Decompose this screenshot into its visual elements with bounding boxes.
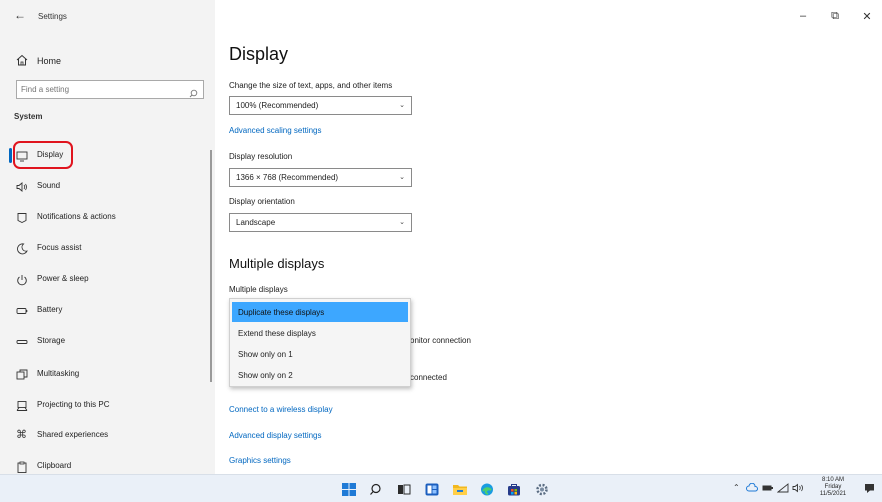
storage-icon — [16, 335, 28, 347]
notification-center-icon[interactable] — [864, 483, 875, 496]
restore-button[interactable]: ⧉ — [828, 10, 842, 23]
sidebar-item-label: Projecting to this PC — [37, 400, 110, 409]
clock-day: Friday — [824, 484, 842, 490]
sidebar-section-system: System — [14, 112, 43, 121]
menu-option-label: Duplicate these displays — [238, 308, 325, 317]
sidebar-item-label: Focus assist — [37, 243, 82, 252]
obscured-text: onitor connection — [410, 336, 471, 345]
chevron-down-icon: ⌄ — [399, 174, 405, 181]
menu-option-label: Extend these displays — [238, 329, 316, 338]
windows-start-icon[interactable] — [342, 483, 356, 496]
resolution-dropdown[interactable]: 1366 × 768 (Recommended) ⌄ — [229, 168, 412, 187]
page-title: Display — [229, 44, 289, 64]
home-icon — [16, 53, 28, 71]
shared-icon: ⌘ — [16, 429, 27, 441]
volume-icon[interactable] — [792, 483, 806, 495]
resolution-value: 1366 × 768 (Recommended) — [236, 173, 339, 182]
chevron-down-icon: ⌄ — [399, 219, 405, 226]
system-clock[interactable]: 8:10 AM Friday 11/5/2021 — [817, 477, 849, 498]
sidebar-item-label: Storage — [37, 336, 66, 345]
search-icon[interactable] — [189, 85, 198, 103]
sidebar-item-label: Shared experiences — [37, 430, 109, 439]
sidebar-item-sound[interactable]: Sound — [0, 173, 215, 199]
power-icon — [16, 273, 28, 286]
minimize-button[interactable]: – — [796, 10, 810, 23]
widgets-icon[interactable] — [425, 483, 439, 496]
clock-date: 11/5/2021 — [819, 491, 847, 497]
wifi-icon[interactable] — [776, 483, 789, 495]
search-icon[interactable] — [369, 483, 383, 496]
sidebar-item-shared-experiences[interactable]: ⌘ Shared experiences — [0, 422, 215, 448]
speaker-icon — [16, 180, 28, 192]
wireless-display-link[interactable]: Connect to a wireless display — [229, 405, 333, 414]
multiple-displays-menu: Duplicate these displays Extend these di… — [229, 298, 411, 387]
search-input[interactable] — [21, 83, 181, 96]
sidebar-item-label: Clipboard — [37, 461, 72, 470]
sidebar-item-multitasking[interactable]: Multitasking — [0, 361, 215, 387]
sidebar-item-label: Power & sleep — [37, 274, 89, 283]
sidebar-item-projecting[interactable]: Projecting to this PC — [0, 392, 215, 418]
scale-value: 100% (Recommended) — [236, 101, 319, 110]
graphics-settings-link[interactable]: Graphics settings — [229, 456, 291, 465]
find-setting-search[interactable] — [16, 80, 204, 99]
sidebar-item-notifications[interactable]: Notifications & actions — [0, 204, 215, 230]
close-button[interactable]: ✕ — [860, 10, 874, 23]
chevron-down-icon: ⌄ — [399, 102, 405, 109]
clipboard-icon — [16, 460, 28, 473]
settings-sidebar: ← Settings Home System Display Sound Not… — [0, 0, 215, 474]
sidebar-home[interactable]: Home — [0, 48, 215, 74]
task-view-icon[interactable] — [397, 483, 411, 496]
sidebar-scrollbar[interactable] — [210, 150, 212, 382]
notification-icon — [16, 211, 28, 224]
advanced-display-link[interactable]: Advanced display settings — [229, 431, 322, 440]
orientation-label: Display orientation — [229, 197, 295, 206]
orientation-value: Landscape — [236, 218, 276, 227]
scale-label: Change the size of text, apps, and other… — [229, 81, 393, 90]
multiple-displays-label: Multiple displays — [229, 285, 288, 294]
multiple-displays-heading: Multiple displays — [229, 256, 325, 271]
edge-icon[interactable] — [480, 483, 494, 496]
sidebar-item-label: Sound — [37, 181, 61, 190]
settings-icon[interactable] — [535, 483, 549, 496]
selection-indicator — [9, 148, 12, 163]
menu-option-label: Show only on 2 — [238, 371, 293, 380]
file-explorer-icon[interactable] — [453, 483, 467, 496]
battery-icon — [16, 304, 28, 316]
sidebar-item-label: Battery — [37, 305, 63, 314]
sidebar-item-label: Multitasking — [37, 369, 80, 378]
window-controls: – ⧉ ✕ — [796, 10, 874, 23]
scale-dropdown[interactable]: 100% (Recommended) ⌄ — [229, 96, 412, 115]
clock-time: 8:10 AM — [821, 477, 844, 483]
menu-option-show-1[interactable]: Show only on 1 — [232, 344, 408, 364]
chevron-up-icon[interactable]: ⌃ — [733, 483, 740, 492]
projecting-icon — [16, 399, 28, 411]
cloud-sync-icon[interactable] — [746, 482, 758, 495]
menu-option-extend[interactable]: Extend these displays — [232, 323, 408, 343]
battery-tray-icon[interactable] — [762, 483, 774, 495]
sidebar-item-focus-assist[interactable]: Focus assist — [0, 235, 215, 261]
app-title: Settings — [38, 12, 67, 21]
highlight-callout — [13, 141, 73, 169]
back-arrow-icon[interactable]: ← — [14, 8, 26, 22]
resolution-label: Display resolution — [229, 152, 293, 161]
obscured-text: connected — [410, 373, 447, 382]
sidebar-item-label: Notifications & actions — [37, 212, 116, 221]
moon-icon — [16, 242, 28, 255]
sidebar-item-battery[interactable]: Battery — [0, 297, 215, 323]
sidebar-item-storage[interactable]: Storage — [0, 328, 215, 354]
sidebar-home-label: Home — [37, 56, 62, 66]
advanced-scaling-link[interactable]: Advanced scaling settings — [229, 126, 322, 135]
multitasking-icon — [16, 368, 28, 380]
orientation-dropdown[interactable]: Landscape ⌄ — [229, 213, 412, 232]
taskbar: ⌃ 8:10 AM Friday 11/5/2021 — [0, 474, 882, 502]
menu-option-duplicate[interactable]: Duplicate these displays — [232, 302, 408, 322]
store-icon[interactable] — [507, 483, 521, 496]
menu-option-label: Show only on 1 — [238, 350, 293, 359]
sidebar-item-power-sleep[interactable]: Power & sleep — [0, 266, 215, 292]
menu-option-show-2[interactable]: Show only on 2 — [232, 365, 408, 385]
